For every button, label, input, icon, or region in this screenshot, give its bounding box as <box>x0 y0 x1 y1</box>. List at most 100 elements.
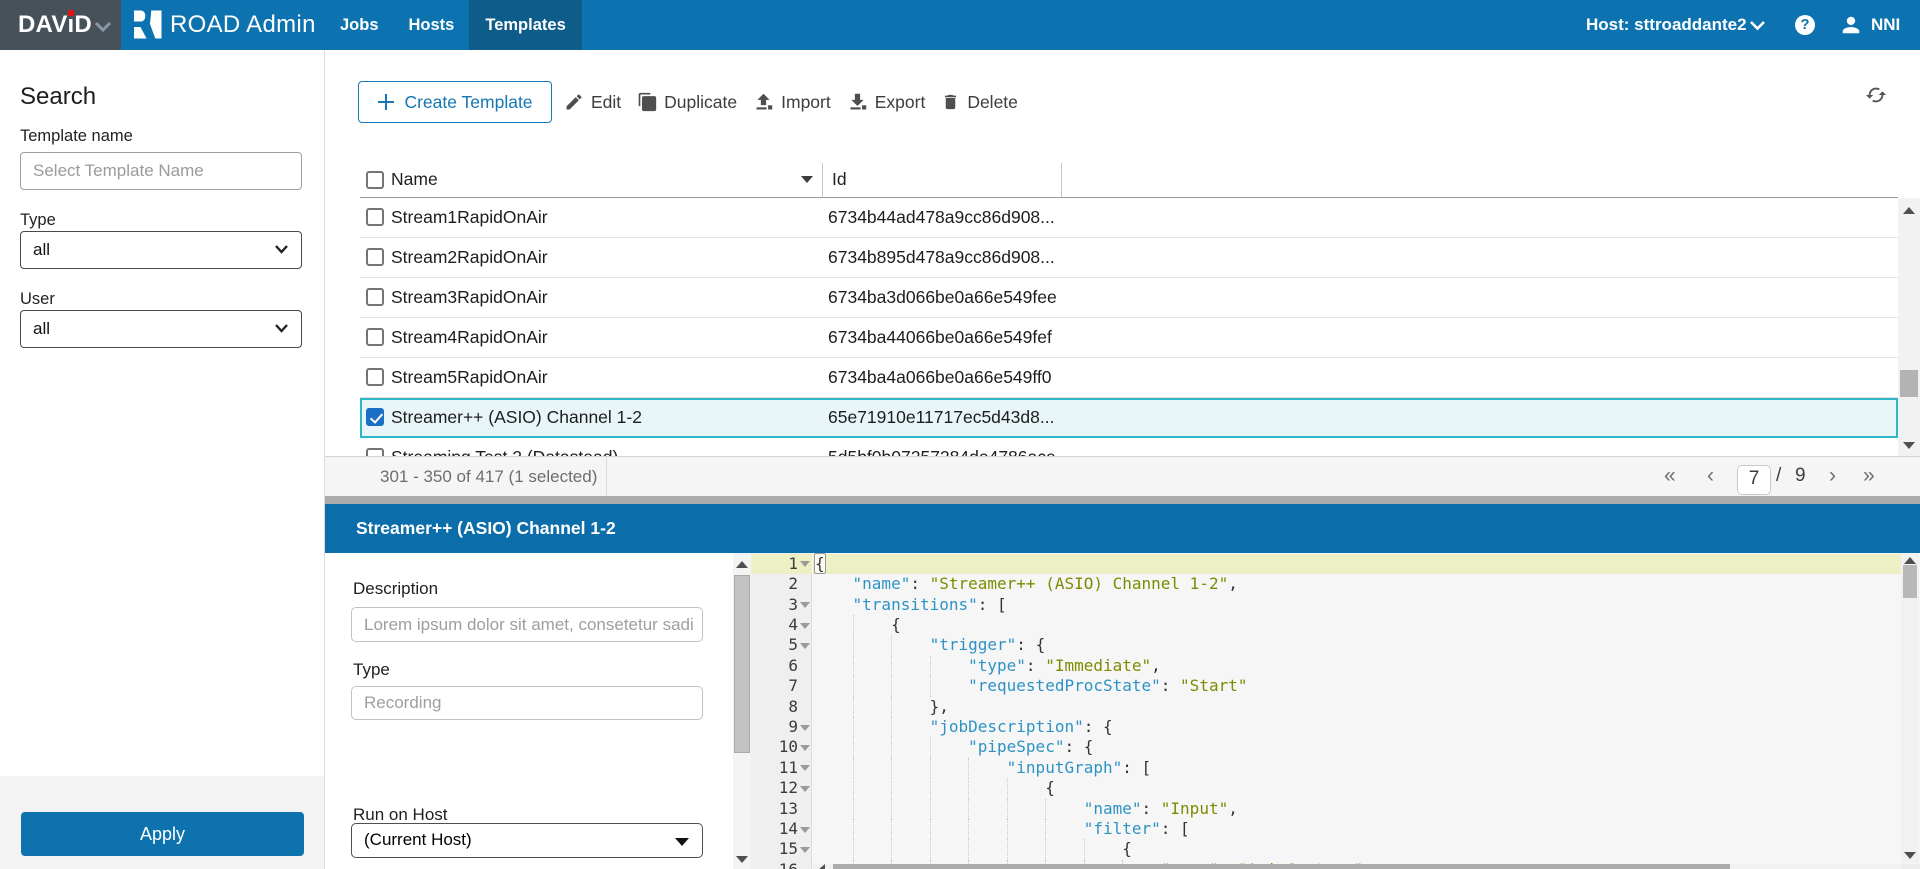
main-navigation: JobsHostsTemplates <box>325 0 582 50</box>
scroll-up-icon[interactable] <box>736 561 748 568</box>
host-chevron-down-icon[interactable] <box>1749 20 1766 31</box>
help-icon[interactable]: ? <box>1795 15 1815 35</box>
table-horizontal-scrollbar[interactable] <box>325 496 1920 504</box>
templates-table: Stream1RapidOnAir6734b44ad478a9cc86d908.… <box>360 198 1898 456</box>
line-number: 5 <box>758 635 798 655</box>
nav-item-templates[interactable]: Templates <box>469 0 581 50</box>
table-scrollbar-thumb[interactable] <box>1900 370 1918 397</box>
scroll-left-icon[interactable] <box>818 864 825 869</box>
table-row[interactable]: Stream3RapidOnAir6734ba3d066be0a66e549fe… <box>360 278 1898 318</box>
line-number: 1 <box>758 554 798 574</box>
fold-arrow-icon[interactable] <box>800 745 810 751</box>
table-scrollbar[interactable] <box>1898 198 1920 456</box>
brand-menu[interactable]: DAVıD <box>0 0 121 50</box>
cell-name: Stream2RapidOnAir <box>391 247 548 268</box>
type-filter-select[interactable]: all <box>20 231 302 269</box>
type-filter-label: Type <box>20 211 56 230</box>
form-scrollbar[interactable] <box>733 553 751 869</box>
refresh-icon[interactable] <box>1865 84 1887 106</box>
gutter-line: 2 <box>751 574 812 594</box>
gutter-line: 7 <box>751 676 812 696</box>
gutter-line: 16 <box>751 860 812 869</box>
row-checkbox[interactable] <box>366 288 384 306</box>
next-page-button[interactable]: › <box>1829 457 1836 497</box>
gutter-line: 1 <box>751 554 812 574</box>
fold-arrow-icon[interactable] <box>800 602 810 608</box>
table-row[interactable]: Streaming Test 2 (Datastead)5d5bf0b07257… <box>360 438 1898 456</box>
user-filter-label: User <box>20 290 55 309</box>
column-header-name[interactable]: Name <box>360 163 822 197</box>
scroll-up-icon[interactable] <box>1904 557 1916 564</box>
row-checkbox[interactable] <box>366 328 384 346</box>
previous-page-button[interactable]: ‹ <box>1707 457 1714 497</box>
row-checkbox-checked[interactable] <box>366 408 384 426</box>
editor-hscrollbar-thumb[interactable] <box>833 864 1730 869</box>
fold-arrow-icon[interactable] <box>800 561 810 567</box>
editor-code[interactable]: { "name": "Streamer++ (ASIO) Channel 1-2… <box>813 553 1901 869</box>
fold-arrow-icon[interactable] <box>800 643 810 649</box>
table-row[interactable]: Stream1RapidOnAir6734b44ad478a9cc86d908.… <box>360 198 1898 238</box>
host-dropdown[interactable]: Host: sttroaddante2 <box>1586 0 1747 50</box>
row-checkbox[interactable] <box>366 248 384 266</box>
table-row[interactable]: Stream4RapidOnAir6734ba44066be0a66e549fe… <box>360 318 1898 358</box>
cell-name: Streamer++ (ASIO) Channel 1-2 <box>391 407 642 428</box>
edit-button[interactable]: Edit <box>564 92 621 113</box>
select-all-checkbox[interactable] <box>366 171 384 189</box>
gutter-line: 15 <box>751 839 812 859</box>
json-editor[interactable]: 12345678910111213141516 { "name": "Strea… <box>751 553 1920 869</box>
line-number: 12 <box>758 778 798 798</box>
row-checkbox[interactable] <box>366 368 384 386</box>
row-checkbox[interactable] <box>366 448 384 456</box>
fold-arrow-icon[interactable] <box>800 827 810 833</box>
fold-arrow-icon[interactable] <box>800 623 810 629</box>
sort-descending-icon[interactable] <box>801 176 813 183</box>
last-page-button[interactable]: » <box>1863 457 1875 497</box>
top-navbar: DAVıD ROAD Admin JobsHostsTemplates Host… <box>0 0 1920 50</box>
duplicate-icon <box>637 92 657 112</box>
apply-button[interactable]: Apply <box>21 812 304 856</box>
page-total: 9 <box>1795 465 1806 487</box>
editor-vertical-scrollbar[interactable] <box>1901 553 1919 863</box>
fold-arrow-icon[interactable] <box>800 765 810 771</box>
column-header-id[interactable]: Id <box>822 163 1062 197</box>
code-line: { <box>813 839 1901 859</box>
form-scrollbar-thumb[interactable] <box>734 575 750 753</box>
page-separator: / <box>1776 465 1781 487</box>
user-filter-select[interactable]: all <box>20 310 302 348</box>
cell-name: Stream1RapidOnAir <box>391 207 548 228</box>
export-button[interactable]: Export <box>847 92 926 113</box>
nav-item-jobs[interactable]: Jobs <box>325 0 394 50</box>
gutter-line: 3 <box>751 595 812 615</box>
gutter-line: 13 <box>751 799 812 819</box>
scroll-down-icon[interactable] <box>1903 442 1915 449</box>
line-number: 6 <box>758 656 798 676</box>
detail-type-input[interactable]: Recording <box>351 686 703 720</box>
fold-arrow-icon[interactable] <box>800 847 810 853</box>
road-logo-icon <box>134 10 162 39</box>
row-checkbox[interactable] <box>366 208 384 226</box>
page-number-input[interactable] <box>1737 465 1771 495</box>
template-name-input[interactable] <box>20 152 302 190</box>
code-line: "inputGraph": [ <box>813 758 1901 778</box>
table-row[interactable]: Stream2RapidOnAir6734b895d478a9cc86d908.… <box>360 238 1898 278</box>
delete-button[interactable]: Delete <box>941 92 1018 113</box>
editor-vscrollbar-thumb[interactable] <box>1903 565 1917 598</box>
cell-name: Streaming Test 2 (Datastead) <box>391 447 618 456</box>
first-page-button[interactable]: « <box>1664 457 1676 497</box>
editor-horizontal-scrollbar[interactable] <box>813 864 1920 869</box>
scroll-down-icon[interactable] <box>1904 852 1916 859</box>
table-row[interactable]: Streamer++ (ASIO) Channel 1-265e71910e11… <box>360 398 1898 438</box>
user-menu[interactable]: NNI <box>1840 0 1900 50</box>
scroll-up-icon[interactable] <box>1903 207 1915 214</box>
duplicate-button[interactable]: Duplicate <box>637 92 737 113</box>
fold-arrow-icon[interactable] <box>800 786 810 792</box>
table-row[interactable]: Stream5RapidOnAir6734ba4a066be0a66e549ff… <box>360 358 1898 398</box>
nav-item-hosts[interactable]: Hosts <box>394 0 470 50</box>
import-button[interactable]: Import <box>753 92 831 113</box>
cell-id: 6734ba44066be0a66e549fef <box>828 327 1052 348</box>
fold-arrow-icon[interactable] <box>800 725 810 731</box>
run-on-host-select[interactable]: (Current Host) <box>351 823 703 858</box>
description-input[interactable]: Lorem ipsum dolor sit amet, consetetur s… <box>351 607 703 642</box>
create-template-button[interactable]: Create Template <box>358 81 552 123</box>
scroll-down-icon[interactable] <box>736 856 748 863</box>
